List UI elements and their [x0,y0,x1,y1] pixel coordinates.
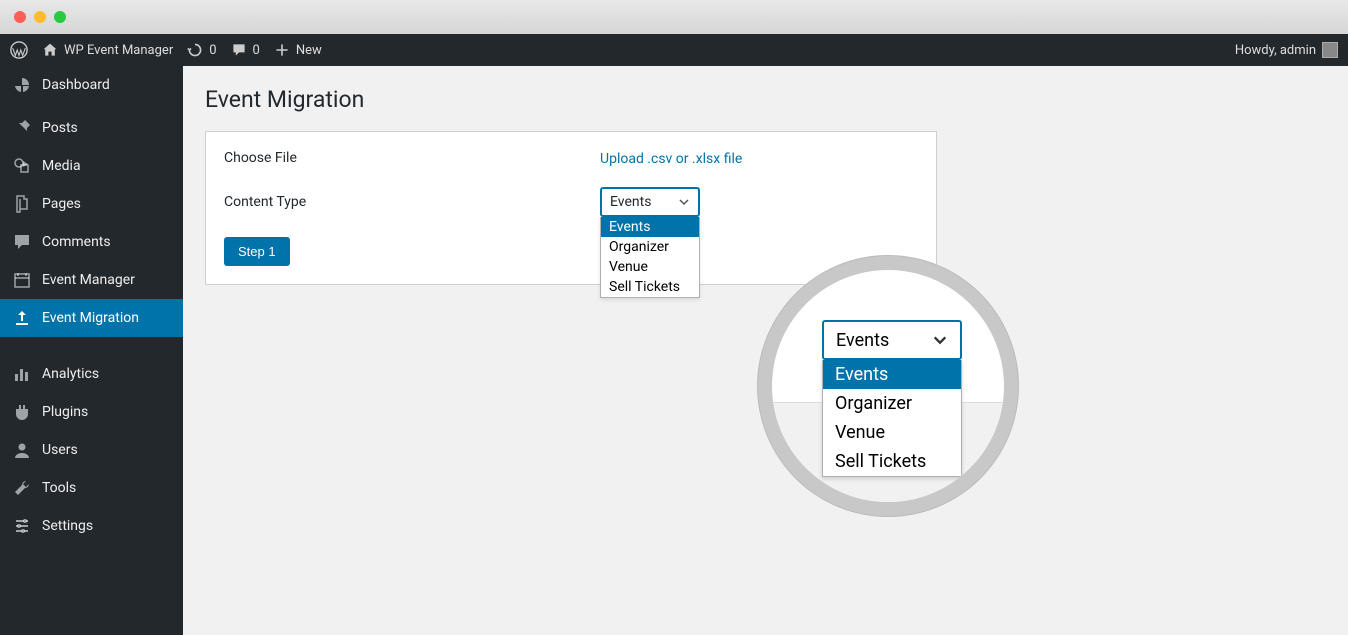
updates-count: 0 [209,43,216,58]
comment-icon [12,232,32,252]
media-icon [12,156,32,176]
comments-count: 0 [253,43,260,58]
sidebar-item-label: Users [42,442,78,458]
magnifier-select-value: Events [836,330,889,351]
sidebar-item-comments[interactable]: Comments [0,223,183,261]
chart-icon [12,364,32,384]
magnifier-dropdown: Events Organizer Venue Sell Tickets [822,360,962,477]
comment-icon [231,42,247,58]
sidebar-item-dashboard[interactable]: Dashboard [0,66,183,104]
wp-logo[interactable] [10,41,28,59]
plus-icon [274,42,290,58]
sidebar-item-label: Tools [42,480,76,496]
select-option-organizer[interactable]: Organizer [601,237,699,257]
new-content-link[interactable]: New [274,42,322,58]
sidebar-item-label: Event Manager [42,272,135,288]
account-link[interactable]: Howdy, admin [1235,42,1338,58]
mac-close-button[interactable] [14,11,26,23]
sidebar-item-event-migration[interactable]: Event Migration [0,299,183,337]
site-name-link[interactable]: WP Event Manager [42,42,173,58]
magnifier-select: Events [822,320,962,360]
content-type-dropdown: Events Organizer Venue Sell Tickets [600,217,700,298]
refresh-icon [187,42,203,58]
step-1-button[interactable]: Step 1 [224,237,290,266]
admin-sidebar: Dashboard Posts Media Pages Comments E [0,66,183,635]
sidebar-item-posts[interactable]: Posts [0,109,183,147]
pin-icon [12,118,32,138]
sidebar-item-label: Settings [42,518,93,534]
sidebar-item-users[interactable]: Users [0,431,183,469]
sidebar-item-settings[interactable]: Settings [0,507,183,545]
mac-maximize-button[interactable] [54,11,66,23]
comments-link[interactable]: 0 [231,42,260,58]
sidebar-item-label: Posts [42,120,78,136]
migration-panel: Choose File Upload .csv or .xlsx file Co… [205,131,937,285]
dashboard-icon [12,75,32,95]
magnifier-option-venue: Venue [823,418,961,447]
site-name-text: WP Event Manager [64,43,173,58]
sidebar-item-label: Pages [42,196,81,212]
updates-link[interactable]: 0 [187,42,216,58]
wrench-icon [12,478,32,498]
magnifier-option-events: Events [823,360,961,389]
mac-titlebar [0,0,1348,34]
wp-admin-bar: WP Event Manager 0 0 New Howdy, admin [0,34,1348,66]
greeting-text: Howdy, admin [1235,43,1316,58]
user-icon [12,440,32,460]
sidebar-item-label: Event Migration [42,310,139,326]
select-option-sell-tickets[interactable]: Sell Tickets [601,277,699,297]
chevron-down-icon [932,332,948,348]
page-title: Event Migration [205,86,1326,113]
select-value: Events [610,194,651,210]
select-option-venue[interactable]: Venue [601,257,699,277]
content-type-select[interactable]: Events [600,187,700,217]
upload-file-link[interactable]: Upload .csv or .xlsx file [600,151,742,167]
content-type-label: Content Type [224,194,600,210]
calendar-icon [12,270,32,290]
choose-file-label: Choose File [224,150,600,166]
sidebar-item-label: Plugins [42,404,88,420]
sidebar-item-pages[interactable]: Pages [0,185,183,223]
magnifier-option-organizer: Organizer [823,389,961,418]
plugin-icon [12,402,32,422]
avatar [1322,42,1338,58]
main-content: Event Migration Choose File Upload .csv … [183,66,1348,635]
new-label: New [296,43,322,58]
magnifier-callout: Events Events Organizer Venue Sell Ticke… [758,256,1018,516]
mac-minimize-button[interactable] [34,11,46,23]
upload-icon [12,308,32,328]
sidebar-item-label: Comments [42,234,111,250]
settings-icon [12,516,32,536]
sidebar-item-tools[interactable]: Tools [0,469,183,507]
magnifier-option-sell-tickets: Sell Tickets [823,447,961,476]
sidebar-item-label: Dashboard [42,77,110,93]
sidebar-item-plugins[interactable]: Plugins [0,393,183,431]
wordpress-icon [10,41,28,59]
sidebar-item-label: Media [42,158,81,174]
sidebar-item-event-manager[interactable]: Event Manager [0,261,183,299]
sidebar-item-analytics[interactable]: Analytics [0,355,183,393]
select-option-events[interactable]: Events [601,217,699,237]
home-icon [42,42,58,58]
pages-icon [12,194,32,214]
sidebar-item-media[interactable]: Media [0,147,183,185]
chevron-down-icon [678,196,690,208]
sidebar-item-label: Analytics [42,366,99,382]
